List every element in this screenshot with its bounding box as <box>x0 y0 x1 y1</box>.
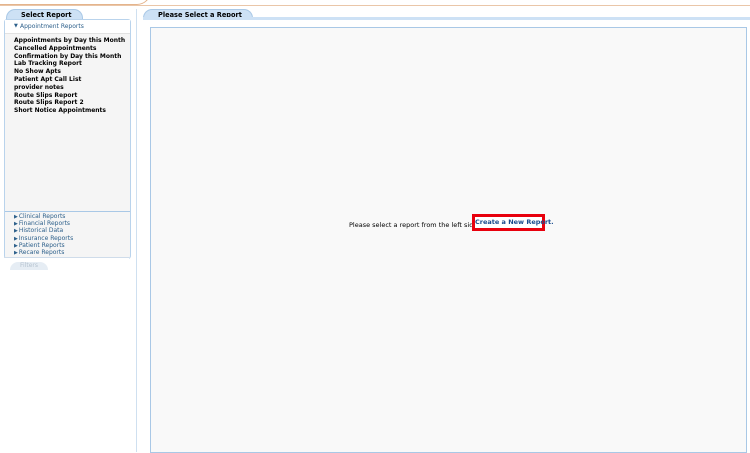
report-item[interactable]: Confirmation by Day this Month <box>14 53 125 61</box>
report-item[interactable]: Patient Apt Call List <box>14 76 125 84</box>
select-report-message: Please select a report from the left sid… <box>349 221 487 229</box>
collapsed-arrow-icon: ▶ <box>14 221 18 228</box>
report-item[interactable]: Cancelled Appointments <box>14 45 125 53</box>
filters-panel <box>4 257 129 453</box>
expand-arrow-icon: ▼ <box>14 23 18 29</box>
left-panel: Select Report ▼ Appointment Reports Appo… <box>4 9 131 453</box>
report-list-box: ▼ Appointment Reports Appointments by Da… <box>4 19 131 259</box>
category-label: Financial Reports <box>18 220 71 228</box>
filters-tab: Filters <box>10 262 48 270</box>
top-strip <box>0 0 750 6</box>
report-item[interactable]: provider notes <box>14 84 125 92</box>
category-clinical-reports[interactable]: ▶Clinical Reports <box>14 213 73 220</box>
report-list: Appointments by Day this Month Cancelled… <box>14 37 125 115</box>
category-list: ▶Clinical Reports ▶Financial Reports ▶Hi… <box>14 213 73 256</box>
category-label: Insurance Reports <box>18 234 74 242</box>
category-label: Recare Reports <box>18 248 65 256</box>
report-content-area: Please select a report from the left sid… <box>150 27 747 453</box>
category-recare-reports[interactable]: ▶Recare Reports <box>14 249 73 256</box>
appointment-reports-label: Appointment Reports <box>20 23 84 30</box>
right-header-bar <box>143 17 750 20</box>
create-new-report-link[interactable]: Create a New Report. <box>472 214 554 231</box>
header-line <box>0 5 750 6</box>
category-financial-reports[interactable]: ▶Financial Reports <box>14 220 73 227</box>
collapsed-arrow-icon: ▶ <box>14 228 18 235</box>
report-item[interactable]: Route Slips Report <box>14 92 125 100</box>
report-item[interactable]: Short Notice Appointments <box>14 107 125 115</box>
category-label: Clinical Reports <box>18 213 66 220</box>
report-item[interactable]: Lab Tracking Report <box>14 60 125 68</box>
category-insurance-reports[interactable]: ▶Insurance Reports <box>14 235 73 242</box>
category-divider <box>5 211 130 212</box>
category-label: Patient Reports <box>18 241 65 249</box>
category-patient-reports[interactable]: ▶Patient Reports <box>14 242 73 249</box>
report-item[interactable]: Appointments by Day this Month <box>14 37 125 45</box>
appointment-reports-header[interactable]: ▼ Appointment Reports <box>5 20 130 34</box>
category-label: Historical Data <box>18 227 64 235</box>
collapsed-arrow-icon: ▶ <box>14 249 18 256</box>
panel-separator <box>136 9 137 452</box>
category-historical-data[interactable]: ▶Historical Data <box>14 227 73 234</box>
report-item[interactable]: No Show Apts <box>14 68 125 76</box>
collapsed-arrow-icon: ▶ <box>14 214 18 220</box>
collapsed-arrow-icon: ▶ <box>14 242 18 249</box>
report-item[interactable]: Route Slips Report 2 <box>14 99 125 107</box>
collapsed-arrow-icon: ▶ <box>14 235 18 242</box>
